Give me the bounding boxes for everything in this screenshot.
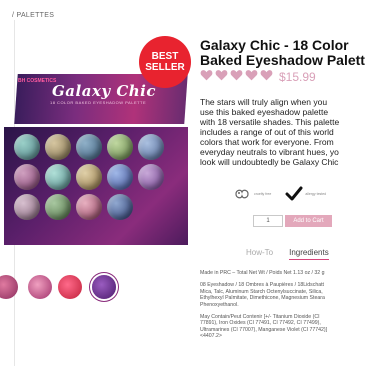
palette-brand: BH COSMETICS — [18, 78, 57, 84]
palette-title: Galaxy Chic — [52, 82, 157, 100]
cruelty-free-icon — [235, 189, 249, 199]
heart-icon — [230, 70, 243, 81]
ingredients-text: Made in PRC – Total Net Wt / Poids Net 1… — [200, 270, 368, 346]
quantity-input[interactable]: 1 — [253, 215, 283, 227]
eyeshadow-pan — [14, 164, 40, 190]
eyeshadow-pan — [14, 134, 40, 160]
thumbnail-2[interactable] — [28, 275, 52, 299]
price: $15.99 — [279, 70, 316, 84]
allergy-tested-badge: allergy tested — [285, 186, 326, 202]
description-line: everyday neutrals to vibrant hues, yo — [200, 147, 339, 157]
ingredients-line: Made in PRC – Total Net Wt / Poids Net 1… — [200, 270, 325, 276]
tab-ingredients[interactable]: Ingredients — [289, 248, 329, 260]
thumbnail-4[interactable] — [92, 275, 116, 299]
description-line: use this baked eyeshadow palette — [200, 107, 329, 117]
eyeshadow-pan — [138, 134, 164, 160]
heart-icon — [200, 70, 213, 81]
eyeshadow-pan — [76, 194, 102, 220]
eyeshadow-pan — [76, 164, 102, 190]
palette-subtitle: 18 COLOR BAKED EYESHADOW PALETTE — [50, 100, 147, 105]
ingredients-line: Phenoxyethanol. — [200, 301, 239, 308]
heart-icon — [260, 70, 273, 81]
cruelty-free-badge: cruelty free — [232, 187, 271, 201]
checkmark-icon — [285, 186, 303, 201]
badge-caption: allergy tested — [305, 192, 327, 196]
description-line: look will undoubtedly be Galaxy Chic — [200, 157, 339, 167]
thumbnail-3[interactable] — [58, 275, 82, 299]
rating[interactable]: $15.99 — [200, 70, 316, 84]
heart-icon — [245, 70, 258, 81]
eyeshadow-pan — [14, 194, 40, 220]
breadcrumb[interactable]: / PALETTES — [12, 12, 54, 19]
thumbnail-1[interactable] — [0, 275, 18, 299]
thumbnail-strip — [0, 275, 120, 301]
eyeshadow-pan — [45, 194, 71, 220]
description-line: The stars will truly align when you — [200, 97, 328, 107]
product-description: The stars will truly align when you use … — [200, 97, 368, 167]
eyeshadow-pan — [107, 194, 133, 220]
description-line: includes a range of out of this world — [200, 127, 334, 137]
heart-icon — [215, 70, 228, 81]
badge-caption: cruelty free — [254, 192, 272, 196]
product-title: Galaxy Chic - 18 Color Baked Eyeshadow P… — [200, 38, 368, 68]
eyeshadow-pan — [107, 134, 133, 160]
description-line: colors that work for everyone. From — [200, 137, 334, 147]
certification-badges: cruelty free allergy tested — [232, 180, 340, 208]
eyeshadow-pan — [76, 134, 102, 160]
product-tabs: How-To Ingredients — [246, 248, 345, 260]
tab-how-to[interactable]: How-To — [246, 248, 273, 260]
description-line: with 18 versatile shades. This palette — [200, 117, 340, 127]
eyeshadow-pan — [45, 134, 71, 160]
eyeshadow-pan — [45, 164, 71, 190]
badge-line1: BEST — [151, 51, 179, 62]
title-line1: Galaxy Chic - 18 Color — [200, 37, 349, 53]
ingredients-line: <4407.2> — [200, 333, 222, 340]
eyeshadow-pan — [138, 164, 164, 190]
badge-line2: SELLER — [145, 62, 185, 73]
title-line2: Baked Eyeshadow Palett — [200, 52, 365, 68]
best-seller-badge: BEST SELLER — [139, 36, 191, 88]
eyeshadow-pan — [107, 164, 133, 190]
add-to-cart-button[interactable]: Add to Cart — [285, 215, 332, 227]
